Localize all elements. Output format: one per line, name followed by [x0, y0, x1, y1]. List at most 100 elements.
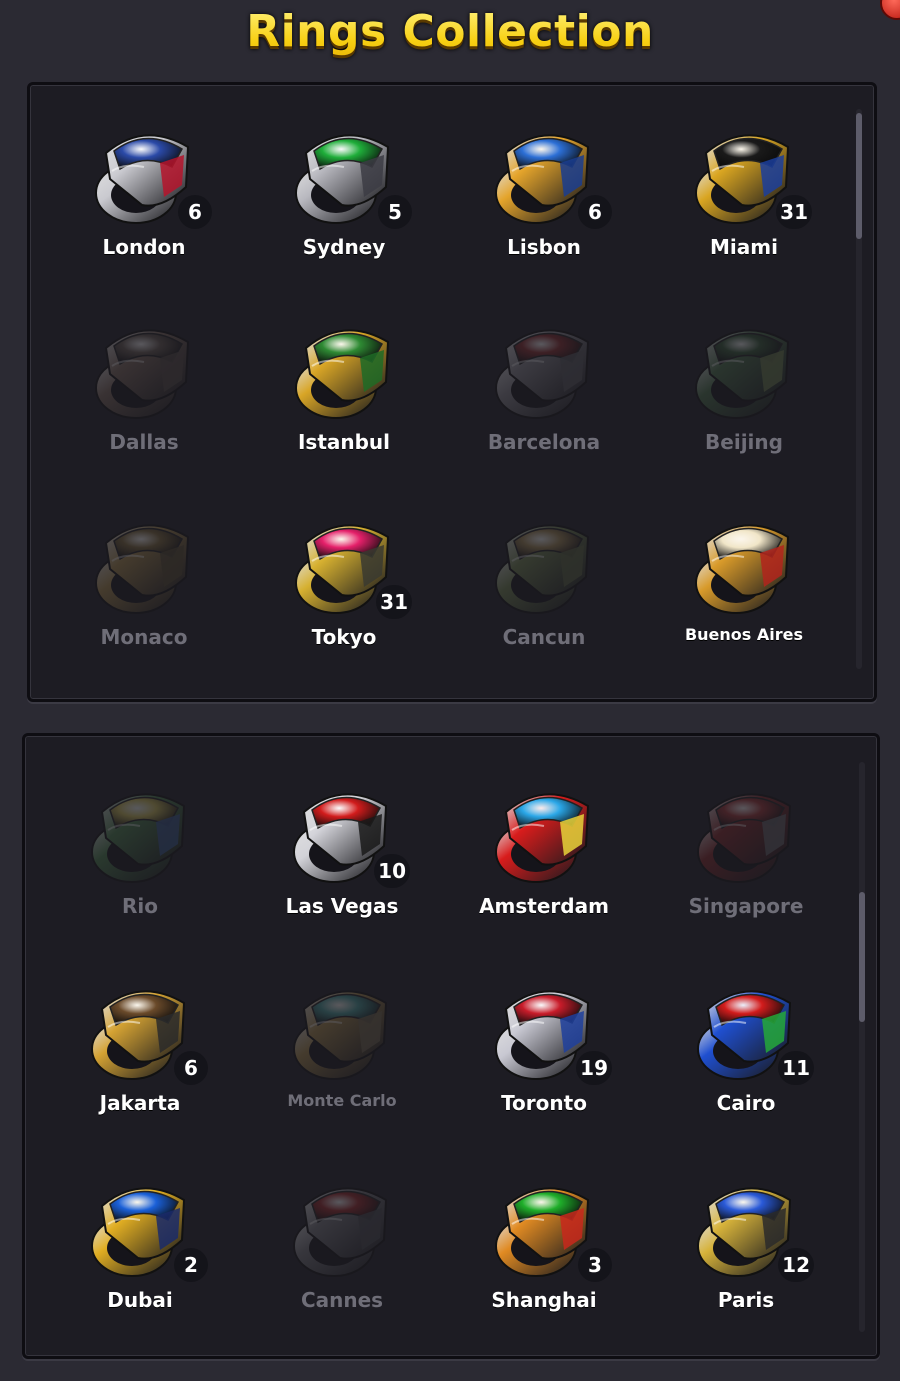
ring-card-dubai[interactable]: 2 Dubai — [39, 1158, 241, 1355]
ring-card-monte-carlo[interactable]: Monte Carlo — [241, 961, 443, 1158]
ring-image — [80, 772, 200, 890]
ring-image: 5 — [284, 113, 412, 231]
ring-city-label: Singapore — [688, 894, 804, 918]
ring-card-amsterdam[interactable]: Amsterdam — [443, 764, 645, 961]
ring-icon — [495, 524, 590, 614]
ring-card-london[interactable]: 6 London — [44, 105, 244, 300]
ring-image — [684, 503, 804, 621]
page-title: Rings Collection — [0, 6, 900, 70]
ring-image: 31 — [684, 113, 812, 231]
scrollbar-bottom[interactable] — [859, 762, 865, 1332]
ring-city-label: Buenos Aires — [684, 625, 804, 644]
ring-card-beijing[interactable]: Beijing — [644, 300, 844, 495]
ring-card-istanbul[interactable]: Istanbul — [244, 300, 444, 495]
ring-image: 12 — [686, 1166, 814, 1284]
rings-panel-bottom: Rio 10 Las Vegas Amsterdam Singapore 6 Jakarta… — [22, 733, 880, 1359]
ring-city-label: Cairo — [716, 1091, 776, 1115]
ring-icon — [495, 329, 590, 419]
ring-city-label: Beijing — [705, 430, 783, 454]
ring-card-buenos-aires[interactable]: Buenos Aires — [644, 495, 844, 690]
ring-count-badge: 6 — [174, 1051, 208, 1085]
ring-icon — [95, 329, 190, 419]
ring-image — [484, 503, 604, 621]
ring-image: 6 — [484, 113, 612, 231]
ring-image: 11 — [686, 969, 814, 1087]
ring-count-badge: 6 — [578, 195, 612, 229]
ring-icon — [293, 990, 388, 1080]
ring-count-badge: 2 — [174, 1248, 208, 1282]
ring-image: 3 — [484, 1166, 612, 1284]
ring-card-miami[interactable]: 31 Miami — [644, 105, 844, 300]
ring-card-sydney[interactable]: 5 Sydney — [244, 105, 444, 300]
ring-city-label: Miami — [710, 235, 778, 259]
ring-city-label: Dallas — [109, 430, 179, 454]
ring-card-dallas[interactable]: Dallas — [44, 300, 244, 495]
ring-count-badge: 31 — [776, 195, 812, 229]
ring-image — [684, 308, 804, 426]
ring-image: 31 — [284, 503, 412, 621]
ring-city-label: Sydney — [302, 235, 386, 259]
ring-image: 6 — [80, 969, 208, 1087]
ring-city-label: Las Vegas — [285, 894, 399, 918]
ring-count-badge: 10 — [374, 854, 410, 888]
ring-city-label: London — [102, 235, 186, 259]
ring-image: 10 — [282, 772, 410, 890]
ring-card-singapore[interactable]: Singapore — [645, 764, 847, 961]
ring-icon — [295, 329, 390, 419]
rings-panel-top: 6 London 5 Sydney 6 Lisbon 31 Miami Dallas Istanb… — [27, 82, 877, 702]
ring-city-label: Tokyo — [311, 625, 377, 649]
ring-count-badge: 11 — [778, 1051, 814, 1085]
ring-icon — [697, 793, 792, 883]
ring-icon — [293, 1187, 388, 1277]
ring-icon — [495, 793, 590, 883]
scrollbar-thumb-top[interactable] — [856, 113, 862, 239]
rings-grid-bottom: Rio 10 Las Vegas Amsterdam Singapore 6 Jakarta… — [39, 764, 847, 1355]
ring-city-label: Amsterdam — [479, 894, 609, 918]
ring-count-badge: 19 — [576, 1051, 612, 1085]
ring-city-label: Dubai — [107, 1288, 173, 1312]
ring-card-shanghai[interactable]: 3 Shanghai — [443, 1158, 645, 1355]
ring-card-barcelona[interactable]: Barcelona — [444, 300, 644, 495]
ring-city-label: Shanghai — [491, 1288, 597, 1312]
ring-card-rio[interactable]: Rio — [39, 764, 241, 961]
ring-card-toronto[interactable]: 19 Toronto — [443, 961, 645, 1158]
ring-image: 2 — [80, 1166, 208, 1284]
ring-count-badge: 3 — [578, 1248, 612, 1282]
ring-card-las-vegas[interactable]: 10 Las Vegas — [241, 764, 443, 961]
ring-card-paris[interactable]: 12 Paris — [645, 1158, 847, 1355]
ring-card-cairo[interactable]: 11 Cairo — [645, 961, 847, 1158]
ring-image: 6 — [84, 113, 212, 231]
ring-city-label: Monaco — [100, 625, 188, 649]
ring-icon — [95, 524, 190, 614]
ring-city-label: Monte Carlo — [287, 1091, 397, 1110]
ring-image — [84, 503, 204, 621]
ring-image — [484, 308, 604, 426]
ring-city-label: Istanbul — [297, 430, 391, 454]
ring-city-label: Rio — [122, 894, 158, 918]
ring-card-cancun[interactable]: Cancun — [444, 495, 644, 690]
ring-city-label: Toronto — [501, 1091, 587, 1115]
ring-image — [84, 308, 204, 426]
ring-image — [686, 772, 806, 890]
ring-card-cannes[interactable]: Cannes — [241, 1158, 443, 1355]
ring-card-lisbon[interactable]: 6 Lisbon — [444, 105, 644, 300]
ring-image — [484, 772, 604, 890]
ring-image — [282, 969, 402, 1087]
ring-card-monaco[interactable]: Monaco — [44, 495, 244, 690]
scrollbar-thumb-bottom[interactable] — [859, 892, 865, 1022]
ring-image: 19 — [484, 969, 612, 1087]
ring-city-label: Paris — [717, 1288, 775, 1312]
ring-icon — [695, 524, 790, 614]
scrollbar-top[interactable] — [856, 109, 862, 669]
ring-image — [282, 1166, 402, 1284]
ring-image — [284, 308, 404, 426]
ring-count-badge: 12 — [778, 1248, 814, 1282]
ring-icon — [695, 329, 790, 419]
ring-card-tokyo[interactable]: 31 Tokyo — [244, 495, 444, 690]
ring-icon — [91, 793, 186, 883]
rings-grid-top: 6 London 5 Sydney 6 Lisbon 31 Miami Dallas Istanb… — [44, 105, 844, 690]
ring-city-label: Cannes — [300, 1288, 384, 1312]
ring-city-label: Jakarta — [99, 1091, 181, 1115]
ring-card-jakarta[interactable]: 6 Jakarta — [39, 961, 241, 1158]
ring-count-badge: 5 — [378, 195, 412, 229]
